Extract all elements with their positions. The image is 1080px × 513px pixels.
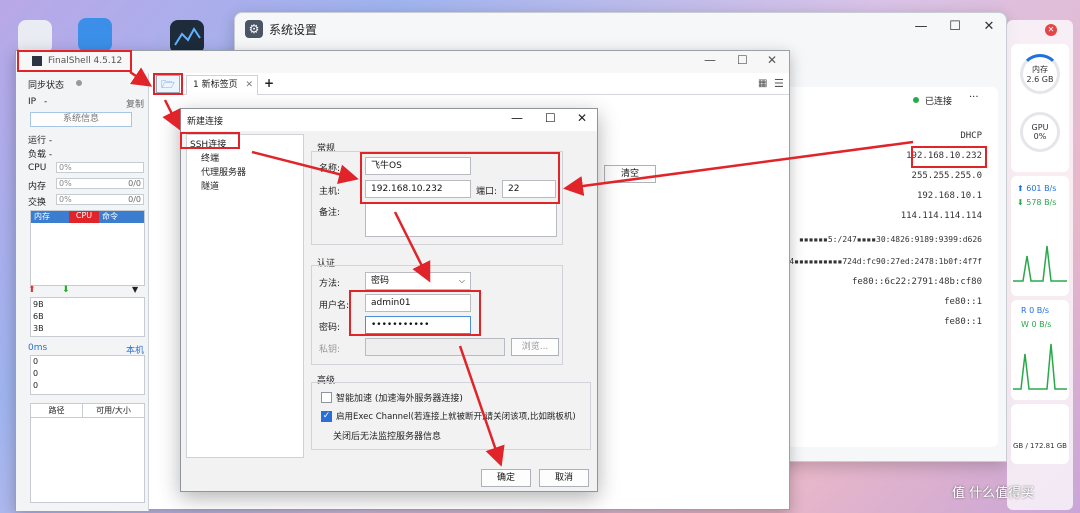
watermark: 值 什么值得买 [952, 486, 1035, 501]
arrow [458, 345, 505, 467]
arrow [251, 150, 359, 184]
annotation-arrows [129, 67, 914, 467]
arrow [162, 99, 181, 131]
arrow [393, 211, 431, 283]
arrow [563, 140, 914, 196]
arrow [129, 67, 153, 87]
